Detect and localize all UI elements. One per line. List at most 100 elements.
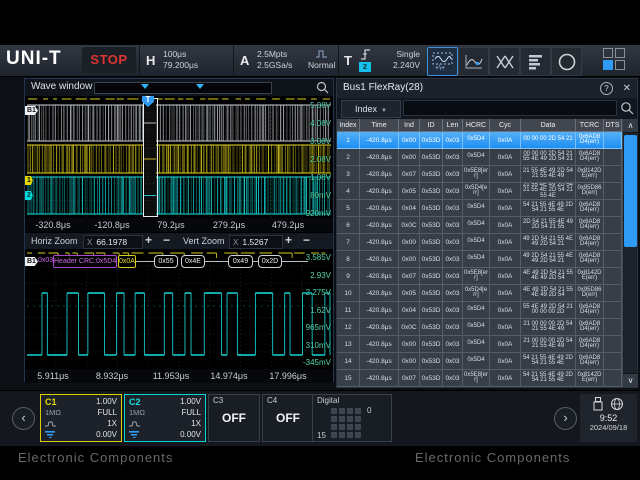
channel3-box[interactable]: C3 OFF — [208, 394, 260, 442]
table-row[interactable]: 1 -420.8μs 0x00 0x53D 0x03 0x5D4 0x0A 00 00 00 … — [337, 132, 622, 149]
cell-hcrc: 0x5D4 — [463, 353, 490, 370]
column-header-len[interactable]: Len — [443, 119, 463, 132]
trigger-sweep-mode[interactable]: Single — [382, 49, 420, 59]
table-row[interactable]: 3 -420.8μs 0x07 0x53D 0x03 0x5E8[err] 0x0A 21 5… — [337, 166, 622, 183]
lower-time-axis: 5.911μs 8.932μs 11.953μs 14.974μs 17.996μs — [25, 369, 333, 383]
acquire-mode[interactable]: Normal — [308, 60, 335, 70]
minimap-marker-icon[interactable] — [196, 84, 204, 89]
horiz-zoom-value[interactable]: X 66.1978 — [83, 235, 143, 249]
horizontal-offset[interactable]: 79.200μs — [163, 60, 198, 70]
table-row[interactable]: 5 -420.8μs 0x04 0x53D 0x03 0x5D4 0x0A 54 21 55 … — [337, 200, 622, 217]
vert-zoom-label: Vert Zoom — [183, 236, 225, 246]
column-header-data[interactable]: Data — [521, 119, 576, 132]
horizontal-scale[interactable]: 100μs — [163, 49, 186, 59]
channel1-box[interactable]: C1 1.00V 1MΩ FULL 1X 0.00V — [40, 394, 122, 442]
cell-ind: 0x00 — [399, 149, 420, 166]
horizontal-menu-key[interactable]: H — [146, 53, 155, 68]
upper-plot[interactable]: T B1 1 2 5.08V 4.08V 3.08V 2.08V 1.08V 80mV -9… — [25, 96, 333, 218]
cell-id: 0x53D — [420, 217, 443, 234]
search-icon[interactable] — [620, 101, 634, 115]
nav-minimap[interactable] — [94, 82, 272, 94]
table-scrollbar[interactable]: ∧ ∨ — [622, 119, 638, 387]
table-row[interactable]: 4 -420.8μs 0x05 0x53D 0x03 0x5D4[err] 0x0A 21 5… — [337, 183, 622, 200]
cell-dts — [604, 149, 622, 166]
expand-right-button[interactable]: › — [554, 407, 577, 430]
lower-plot[interactable]: B1 0x03 Header CRC:0x5D4 0x0A 0x55 0x4E … — [25, 249, 333, 369]
vert-zoom-value[interactable]: X 1.5267 — [229, 235, 283, 249]
analysis-tool-button[interactable] — [458, 47, 489, 76]
index-filter-dropdown[interactable]: Index ▼ — [341, 100, 401, 118]
search-tool-button[interactable] — [551, 47, 582, 76]
cell-i: 6 — [337, 217, 360, 234]
table-row[interactable]: 7 -420.8μs 0x00 0x53D 0x03 0x5D4 0x0A 49 2D 54 … — [337, 234, 622, 251]
search-input[interactable] — [403, 100, 617, 116]
channel1-impedance: 1MΩ — [45, 408, 62, 417]
column-header-time[interactable]: Time — [360, 119, 399, 132]
help-icon[interactable]: ? — [600, 82, 613, 95]
collapse-left-button[interactable]: ‹ — [12, 407, 35, 430]
wave-window-tool-button[interactable]: +\+ — [427, 47, 458, 76]
run-stop-button[interactable]: STOP — [82, 47, 136, 73]
cell-data: 2D 54 21 55 4E 49 2D 54 21 55 — [521, 217, 576, 234]
column-header-ind[interactable]: Ind — [399, 119, 420, 132]
cell-t: -420.8μs — [360, 370, 399, 387]
horiz-zoom-decrease-button[interactable]: − — [159, 234, 174, 248]
digital-label: Digital — [317, 396, 340, 405]
cell-i: 14 — [337, 353, 360, 370]
scroll-thumb[interactable] — [624, 135, 637, 247]
list-tool-button[interactable] — [520, 47, 551, 76]
close-icon[interactable]: ✕ — [623, 82, 631, 95]
cell-data: 54 21 55 4E 49 2D 54 21 55 4E — [521, 370, 576, 387]
channel2-box[interactable]: C2 1.00V 1MΩ FULL 1X 0.00V — [124, 394, 206, 442]
cell-id: 0x53D — [420, 166, 443, 183]
column-header-index[interactable]: Index — [337, 119, 360, 132]
table-row[interactable]: 14 -420.8μs 0x00 0x53D 0x03 0x5D4 0x0A 54 21 55… — [337, 353, 622, 370]
vert-zoom-decrease-button[interactable]: − — [299, 234, 314, 248]
column-header-hcrc[interactable]: HCRC — [463, 119, 490, 132]
trigger-menu-key[interactable]: T — [344, 53, 352, 68]
trigger-edge-icon — [361, 49, 370, 60]
column-header-tcrc[interactable]: TCRC — [576, 119, 604, 132]
digital-channels-box[interactable]: Digital 0 15 — [312, 394, 392, 442]
bus-panel-title: Bus1 FlexRay(28) — [343, 82, 424, 93]
column-header-cyc[interactable]: Cyc — [490, 119, 521, 132]
acquire-menu-key[interactable]: A — [240, 53, 249, 68]
time-label: 11.953μs — [152, 371, 190, 381]
sample-rate[interactable]: 2.5GSa/s — [257, 60, 292, 70]
scroll-up-button[interactable]: ∧ — [623, 119, 638, 133]
cell-t: -420.8μs — [360, 166, 399, 183]
upper-waveform — [25, 96, 333, 218]
channel4-box[interactable]: C4 OFF — [262, 394, 314, 442]
zoom-selection-box[interactable] — [143, 98, 158, 217]
table-row[interactable]: 12 -420.8μs 0x0C 0x53D 0x03 0x5D4 0x0A 21 00 00… — [337, 319, 622, 336]
wave-search-icon[interactable] — [316, 81, 329, 94]
cell-id: 0x53D — [420, 234, 443, 251]
display-layout-button[interactable] — [603, 48, 628, 73]
minimap-marker-icon[interactable] — [141, 84, 149, 89]
table-row[interactable]: 2 -420.8μs 0x00 0x53D 0x03 0x5D4 0x0A 00 00 00 … — [337, 149, 622, 166]
decode-connector — [205, 261, 228, 262]
table-header-row: Index Time Ind ID Len HCRC Cyc Data TCRC DTS — [337, 119, 622, 132]
cell-data: 21 55 4E 49 2D 54 21 55 4E 2D 54 21 55 4… — [521, 183, 576, 200]
decode-byte: 0x49 — [228, 255, 253, 268]
column-header-id[interactable]: ID — [420, 119, 443, 132]
table-row[interactable]: 13 -420.8μs 0x00 0x53D 0x03 0x5D4 0x0A 21 00 00… — [337, 336, 622, 353]
table-row[interactable]: 15 -420.8μs 0x07 0x53D 0x03 0x5E8[err] 0x0A 54 … — [337, 370, 622, 387]
table-row[interactable]: 10 -420.8μs 0x05 0x53D 0x03 0x5D4[err] 0x0A 4E … — [337, 285, 622, 302]
table-row[interactable]: 11 -420.8μs 0x04 0x53D 0x03 0x5D4 0x0A 55 4E 49… — [337, 302, 622, 319]
volt-label: 3.08V — [310, 137, 331, 146]
wave-window-tool-icon: +\+ — [432, 52, 453, 71]
trigger-level[interactable]: 2.240V — [382, 60, 420, 70]
vert-zoom-increase-button[interactable]: + — [281, 234, 296, 248]
table-row[interactable]: 8 -420.8μs 0x00 0x53D 0x03 0x5D4 0x0A 49 2D 54 … — [337, 251, 622, 268]
table-row[interactable]: 9 -420.8μs 0x07 0x53D 0x03 0x5E8[err] 0x0A 4E 4… — [337, 268, 622, 285]
scroll-down-button[interactable]: ∨ — [623, 373, 638, 387]
cell-len: 0x03 — [443, 370, 463, 387]
cell-dts — [604, 370, 622, 387]
cell-data: 21 00 00 00 2D 54 21 55 4E 49 — [521, 319, 576, 336]
xy-tool-button[interactable] — [489, 47, 520, 76]
table-row[interactable]: 6 -420.8μs 0x0C 0x53D 0x03 0x5D4 0x0A 2D 54 21 … — [337, 217, 622, 234]
memory-depth[interactable]: 2.5Mpts — [257, 49, 287, 59]
horiz-zoom-increase-button[interactable]: + — [141, 234, 156, 248]
column-header-dts[interactable]: DTS — [604, 119, 622, 132]
